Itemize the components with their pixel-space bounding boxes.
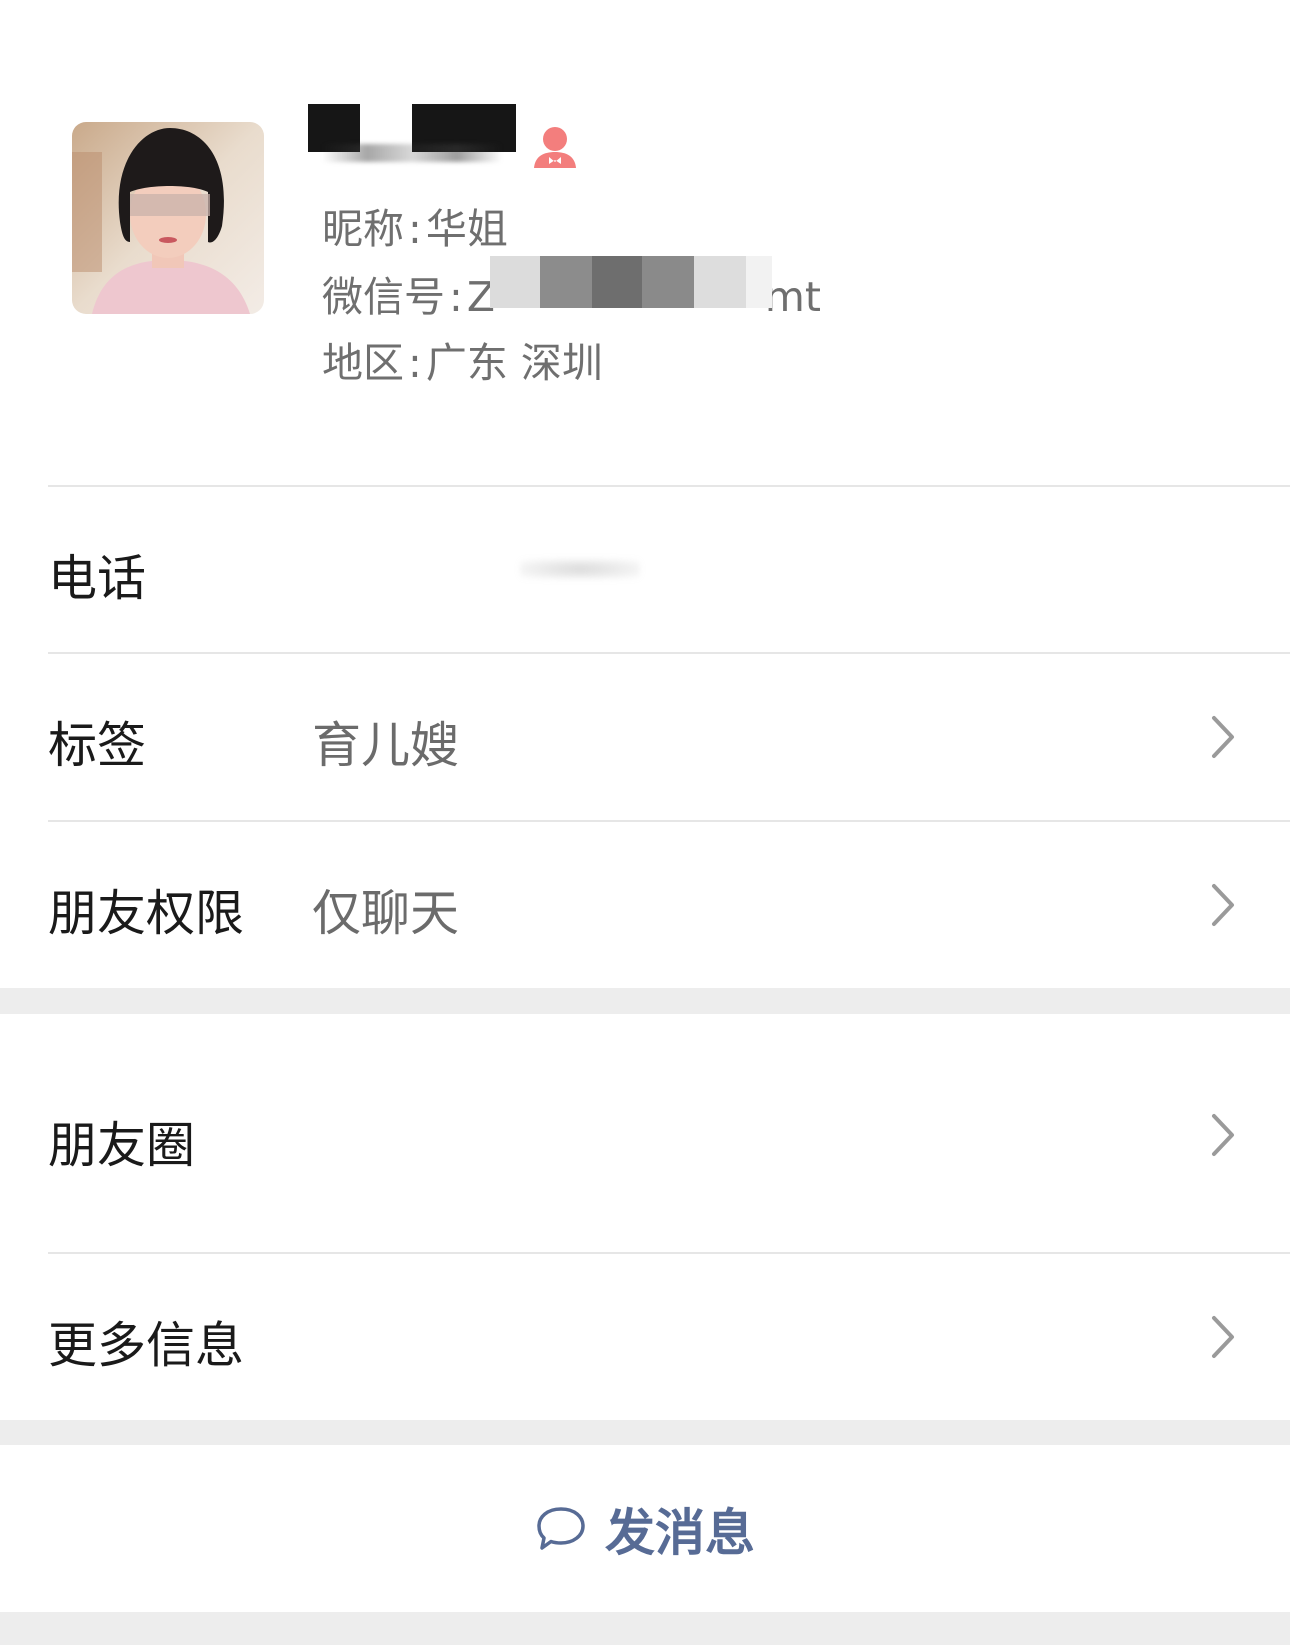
tags-value: 育儿嫂 <box>312 717 460 774</box>
wechat-id-label: 微信号 <box>322 273 445 321</box>
phone-row[interactable]: 电话 <box>0 485 1290 652</box>
divider <box>48 1252 1290 1254</box>
more-info-label: 更多信息 <box>48 1317 245 1374</box>
display-name-redacted <box>308 102 518 162</box>
nickname-label: 昵称 <box>322 205 404 253</box>
divider <box>48 485 1290 487</box>
friend-permissions-label: 朋友权限 <box>48 885 245 942</box>
chevron-right-icon <box>1212 716 1234 758</box>
region-line: 地区:广东 深圳 <box>322 338 603 388</box>
friend-permissions-value: 仅聊天 <box>312 885 460 942</box>
chevron-right-icon <box>1212 1114 1234 1156</box>
colon: : <box>408 205 422 253</box>
avatar[interactable] <box>72 122 264 314</box>
wechat-id-suffix: mt <box>764 273 821 321</box>
colon: : <box>449 273 463 321</box>
region-value: 广东 深圳 <box>425 339 603 387</box>
friend-permissions-row[interactable]: 朋友权限 仅聊天 <box>0 820 1290 988</box>
send-message-label: 发消息 <box>605 1504 755 1562</box>
divider <box>48 652 1290 654</box>
send-message-button[interactable]: 发消息 <box>0 1445 1290 1612</box>
tags-label: 标签 <box>48 717 147 774</box>
wechat-id-redaction <box>490 256 772 308</box>
colon: : <box>408 339 422 387</box>
profile-header: 昵称:华姐 微信号:Z mt 地区:广东 深圳 <box>0 0 1290 485</box>
divider <box>48 820 1290 822</box>
more-info-row[interactable]: 更多信息 <box>0 1252 1290 1420</box>
tags-row[interactable]: 标签 育儿嫂 <box>0 652 1290 820</box>
region-label: 地区 <box>322 339 404 387</box>
chat-bubble-icon <box>537 1507 585 1550</box>
female-icon <box>534 127 576 168</box>
phone-number-redacted <box>520 559 640 579</box>
nickname-value: 华姐 <box>425 205 508 253</box>
chevron-right-icon <box>1212 1316 1234 1358</box>
moments-row[interactable]: 朋友圈 <box>0 1014 1290 1252</box>
phone-label: 电话 <box>48 550 147 607</box>
chevron-right-icon <box>1212 884 1234 926</box>
contact-profile-page: 昵称:华姐 微信号:Z mt 地区:广东 深圳 电话 标签 育儿嫂 朋友权限 仅… <box>0 0 1290 1645</box>
nickname-line: 昵称:华姐 <box>322 204 508 254</box>
moments-label: 朋友圈 <box>48 1117 196 1174</box>
